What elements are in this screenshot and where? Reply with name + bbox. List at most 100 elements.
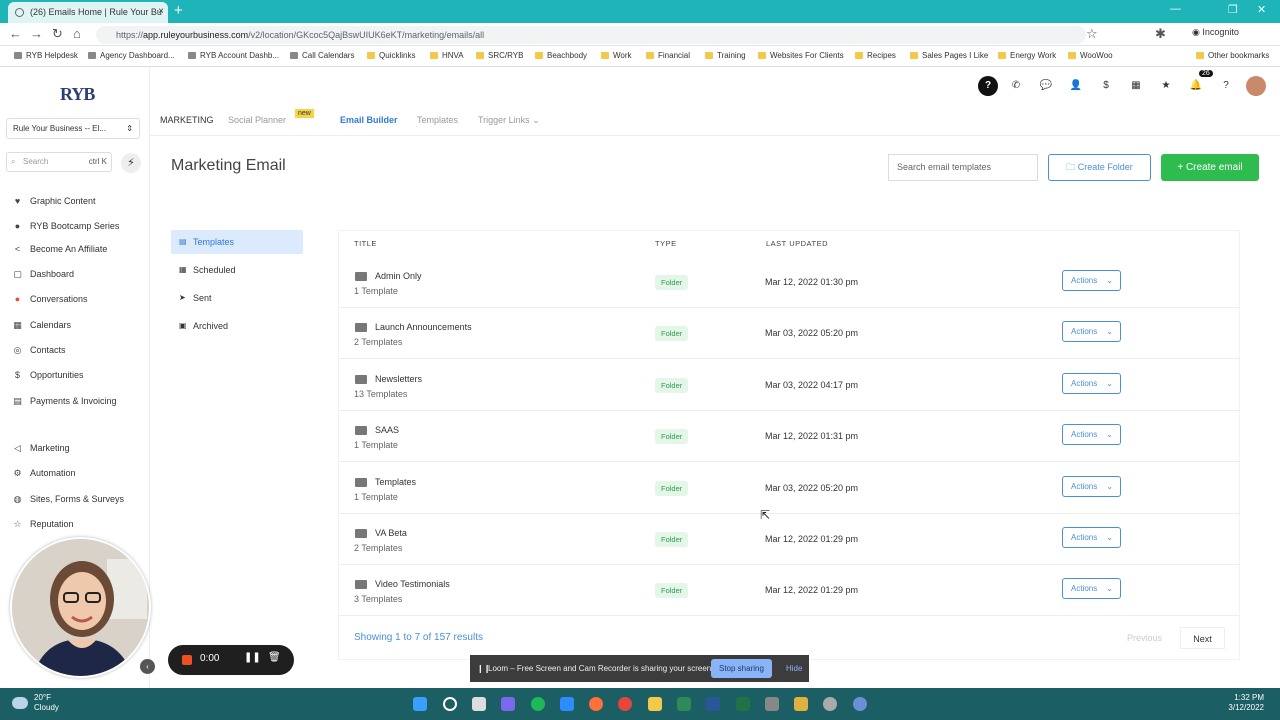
phone-icon[interactable]: ✆ bbox=[1006, 76, 1026, 96]
actions-dropdown[interactable]: Actions ⌄ bbox=[1062, 321, 1121, 343]
calendar-icon[interactable]: ▦ bbox=[1126, 76, 1146, 96]
bookmark-folder[interactable]: Recipes bbox=[855, 51, 896, 60]
bookmark-star-icon[interactable]: ☆ bbox=[1086, 27, 1098, 41]
brand-logo[interactable]: RYB bbox=[60, 84, 95, 105]
quick-actions-bolt-icon[interactable]: ⚡ bbox=[121, 153, 141, 173]
sidebar-item-affiliate[interactable]: < Become An Affiliate bbox=[12, 244, 108, 254]
question-circle-icon[interactable]: ? bbox=[1216, 76, 1236, 96]
firefox-icon[interactable] bbox=[589, 697, 603, 711]
weather-widget[interactable]: 20°F Cloudy bbox=[34, 693, 59, 713]
url-field[interactable]: https://app.ruleyourbusiness.com/v2/loca… bbox=[96, 26, 1086, 44]
bookmark-folder[interactable]: Quicklinks bbox=[367, 51, 415, 60]
sidebar-item-payments[interactable]: ▤ Payments & Invoicing bbox=[12, 396, 116, 407]
table-row[interactable]: Newsletters 13 Templates Folder Mar 03, 202… bbox=[338, 360, 1240, 411]
system-clock[interactable]: 1:32 PM 3/12/2022 bbox=[1210, 693, 1264, 713]
trash-icon[interactable]: 🗑 bbox=[268, 652, 281, 663]
tab-close-icon[interactable]: × bbox=[158, 2, 164, 22]
bookmark-folder[interactable]: Financial bbox=[646, 51, 690, 60]
actions-dropdown[interactable]: Actions ⌄ bbox=[1062, 527, 1121, 548]
app-icon[interactable] bbox=[853, 697, 867, 711]
excel-icon[interactable] bbox=[736, 697, 750, 711]
header-title[interactable]: TITLE bbox=[354, 239, 377, 248]
user-icon[interactable]: 👤 bbox=[1066, 76, 1086, 96]
sidebar-item-conversations[interactable]: ● Conversations bbox=[12, 294, 88, 304]
pause-icon[interactable]: ❚❚ bbox=[244, 652, 261, 663]
file-explorer-icon[interactable] bbox=[648, 697, 662, 711]
actions-dropdown[interactable]: Actions ⌄ bbox=[1062, 270, 1121, 291]
leftnav-scheduled[interactable]: ▦ Scheduled bbox=[171, 258, 303, 282]
bookmark-folder[interactable]: Websites For Clients bbox=[758, 51, 844, 60]
sidebar-item-marketing[interactable]: ◁ Marketing bbox=[12, 443, 69, 454]
sidebar-item-ryb-bootcamp[interactable]: ● RYB Bootcamp Series bbox=[12, 221, 120, 231]
collapse-recorder-icon[interactable]: ‹ bbox=[140, 659, 155, 674]
folder-name[interactable]: Templates bbox=[375, 477, 416, 487]
leftnav-archived[interactable]: ▣ Archived bbox=[171, 314, 303, 338]
sidebar-item-automation[interactable]: ⚙ Automation bbox=[12, 468, 75, 479]
sidebar-item-opportunities[interactable]: $ Opportunities bbox=[12, 370, 84, 380]
stop-sharing-button[interactable]: Stop sharing bbox=[711, 659, 772, 678]
table-row[interactable]: VA Beta 2 Templates Folder Mar 12, 2022 01:… bbox=[338, 514, 1240, 565]
create-folder-button[interactable]: 🗀 Create Folder bbox=[1048, 154, 1151, 181]
folder-name[interactable]: VA Beta bbox=[375, 528, 407, 538]
bookmark-item[interactable]: RYB Helpdesk bbox=[14, 51, 78, 60]
task-view-icon[interactable] bbox=[472, 697, 486, 711]
previous-button[interactable]: Previous bbox=[1117, 627, 1172, 649]
close-window-icon[interactable]: ✕ bbox=[1257, 3, 1266, 16]
folder-name[interactable]: Admin Only bbox=[375, 271, 422, 281]
start-button-icon[interactable] bbox=[413, 697, 427, 711]
incognito-indicator[interactable]: ◉ Incognito bbox=[1192, 27, 1239, 38]
bookmark-item[interactable]: Agency Dashboard... bbox=[88, 51, 175, 60]
table-row[interactable]: Admin Only 1 Template Folder Mar 12, 2022 0… bbox=[338, 257, 1240, 308]
bookmark-folder[interactable]: Energy Work bbox=[998, 51, 1056, 60]
folder-name[interactable]: SAAS bbox=[375, 425, 399, 435]
browser-tab[interactable]: (26) Emails Home | Rule Your Bu × bbox=[8, 2, 168, 23]
help-icon[interactable]: ? bbox=[978, 76, 998, 96]
bookmark-folder[interactable]: SRC/RYB bbox=[476, 51, 523, 60]
hide-banner-button[interactable]: Hide bbox=[786, 655, 802, 682]
sidebar-item-reputation[interactable]: ☆ Reputation bbox=[12, 519, 73, 530]
sidebar-item-calendars[interactable]: ▦ Calendars bbox=[12, 320, 71, 331]
paint-icon[interactable] bbox=[794, 697, 808, 711]
table-row[interactable]: SAAS 1 Template Folder Mar 12, 2022 01:31 p… bbox=[338, 411, 1240, 463]
folder-name[interactable]: Video Testimonials bbox=[375, 579, 450, 589]
sidebar-item-sites[interactable]: ◍ Sites, Forms & Surveys bbox=[12, 494, 124, 505]
sidebar-item-graphic-content[interactable]: ♥ Graphic Content bbox=[12, 196, 96, 206]
bookmark-folder[interactable]: WooWoo bbox=[1068, 51, 1113, 60]
bell-icon[interactable]: 🔔 bbox=[1186, 76, 1206, 96]
zoom-icon[interactable] bbox=[560, 697, 574, 711]
bookmark-folder[interactable]: Sales Pages I Like bbox=[910, 51, 988, 60]
reload-icon[interactable]: ↻ bbox=[52, 27, 63, 41]
bookmark-item[interactable]: RYB Account Dashb... bbox=[188, 51, 279, 60]
bookmark-folder[interactable]: Training bbox=[705, 51, 746, 60]
taskbar-search-icon[interactable] bbox=[443, 697, 457, 711]
settings-icon[interactable] bbox=[823, 697, 837, 711]
header-type[interactable]: TYPE bbox=[655, 239, 677, 248]
next-button[interactable]: Next bbox=[1180, 627, 1225, 649]
leftnav-templates[interactable]: ▤ Templates bbox=[171, 230, 303, 254]
other-bookmarks[interactable]: Other bookmarks bbox=[1196, 51, 1269, 60]
account-switcher[interactable]: Rule Your Business -- El... ⇕ bbox=[6, 118, 140, 139]
spotify-icon[interactable] bbox=[531, 697, 545, 711]
bookmark-folder[interactable]: HNVA bbox=[430, 51, 464, 60]
sidebar-item-contacts[interactable]: ◎ Contacts bbox=[12, 345, 66, 356]
table-row[interactable]: Templates 1 Template Folder Mar 03, 2022 05… bbox=[338, 463, 1240, 514]
actions-dropdown[interactable]: Actions ⌄ bbox=[1062, 372, 1121, 394]
chat-bubble-icon[interactable]: 💬 bbox=[1036, 76, 1056, 96]
word-icon[interactable] bbox=[706, 697, 720, 711]
stop-record-icon[interactable] bbox=[182, 655, 192, 665]
forward-icon[interactable]: → bbox=[30, 27, 43, 41]
home-icon[interactable]: ⌂ bbox=[73, 27, 81, 41]
dollar-icon[interactable]: $ bbox=[1096, 76, 1116, 96]
star-icon[interactable]: ★ bbox=[1156, 76, 1176, 96]
actions-dropdown[interactable]: Actions ⌄ bbox=[1062, 475, 1121, 497]
bookmark-item[interactable]: Call Calendars bbox=[290, 51, 354, 60]
new-tab-button[interactable]: + bbox=[174, 2, 183, 20]
template-search-input[interactable]: Search email templates bbox=[888, 154, 1038, 181]
bookmark-folder[interactable]: Beachbody bbox=[535, 51, 587, 60]
table-row[interactable]: Launch Announcements 2 Templates Folder Mar… bbox=[338, 308, 1240, 360]
create-email-button[interactable]: + Create email bbox=[1161, 154, 1259, 181]
folder-name[interactable]: Launch Announcements bbox=[375, 322, 472, 332]
leftnav-sent[interactable]: ➤ Sent bbox=[171, 286, 303, 310]
folder-name[interactable]: Newsletters bbox=[375, 374, 422, 384]
bookmark-folder[interactable]: Work bbox=[601, 51, 632, 60]
